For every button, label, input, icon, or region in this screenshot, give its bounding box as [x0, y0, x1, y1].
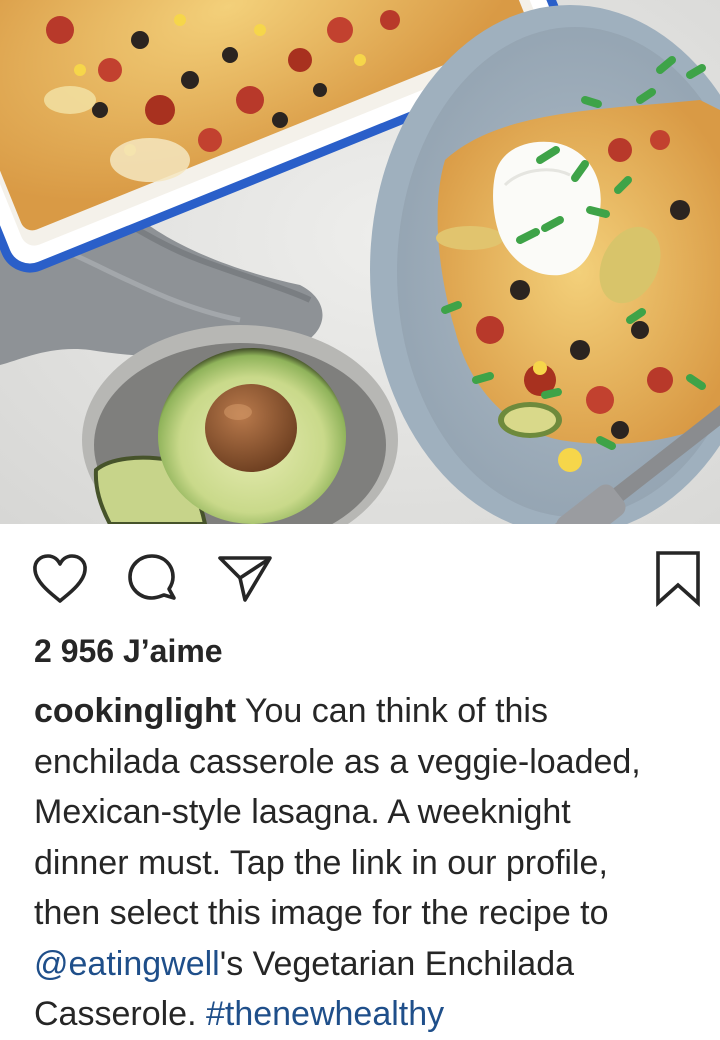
hashtag-link[interactable]: #thenewhealthy — [206, 995, 444, 1033]
casserole-illustration — [0, 0, 720, 524]
caption-text: Mexican-style lasagna. A weeknight — [34, 793, 571, 831]
comment-button[interactable] — [122, 550, 182, 610]
caption-line: @eatingwell's Vegetarian Enchilada — [34, 939, 714, 990]
like-button[interactable] — [30, 550, 90, 610]
caption-text: 's Vegetarian Enchilada — [219, 944, 575, 983]
caption-line: Casserole. #thenewhealthy — [34, 989, 714, 1040]
caption-line: cookinglight You can think of this — [34, 686, 714, 737]
mention-link[interactable]: @eatingwell — [34, 945, 220, 983]
speech-bubble-icon — [128, 554, 176, 600]
username-link[interactable]: cookinglight — [34, 692, 236, 730]
share-button[interactable] — [214, 550, 274, 610]
caption-text: Casserole. — [34, 995, 206, 1033]
post-image[interactable] — [0, 0, 720, 524]
save-button[interactable] — [648, 550, 708, 610]
post-caption: cookinglight You can think of this enchi… — [34, 686, 714, 1040]
caption-text: You can think of this — [236, 692, 548, 730]
caption-text: enchilada casserole as a veggie-loaded, — [34, 742, 641, 781]
paper-plane-icon — [218, 556, 272, 602]
post-action-bar — [0, 524, 720, 634]
heart-outline-icon — [33, 554, 87, 603]
caption-text: dinner must. Tap the link in our profile… — [34, 843, 608, 882]
caption-text: then select this image for the recipe to — [34, 894, 609, 932]
likes-count[interactable]: 2 956 J’aime — [34, 633, 223, 670]
bookmark-outline-icon — [656, 551, 700, 608]
